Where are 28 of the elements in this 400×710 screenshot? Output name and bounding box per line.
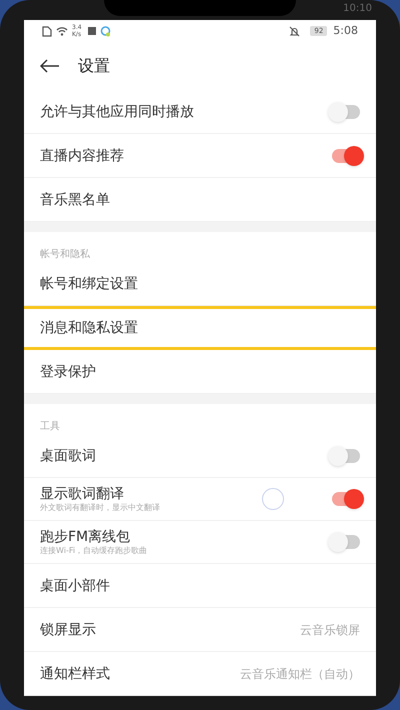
setting-label: 帐号和绑定设置 bbox=[40, 274, 139, 292]
setting-value: 云音乐通知栏（自动） bbox=[240, 666, 360, 682]
muted-bell-icon bbox=[289, 26, 300, 36]
clock: 5:08 bbox=[333, 22, 358, 39]
setting-label: 音乐黑名单 bbox=[40, 190, 111, 208]
setting-label: 消息和隐私设置 bbox=[40, 319, 139, 337]
back-arrow-icon[interactable] bbox=[40, 59, 60, 73]
setting-value: 云音乐锁屏 bbox=[300, 622, 360, 638]
section-header: 工具 bbox=[40, 420, 60, 434]
setting-label: 桌面歌词 bbox=[40, 446, 97, 464]
setting-description: 外文歌词有翻译时，显示中文翻译 bbox=[40, 503, 161, 513]
sim-card-icon bbox=[42, 26, 52, 36]
setting-label: 锁屏显示 bbox=[40, 620, 97, 638]
setting-label: 桌面小部件 bbox=[40, 576, 111, 594]
setting-description: 连接Wi-Fi，自动缓存跑步歌曲 bbox=[40, 546, 148, 556]
setting-label: 登录保护 bbox=[40, 362, 97, 380]
section-header: 帐号和隐私 bbox=[40, 248, 90, 262]
cloud-icon bbox=[100, 26, 111, 36]
wifi-icon bbox=[56, 26, 68, 36]
notification-icon bbox=[88, 27, 96, 35]
setting-label: 通知栏样式 bbox=[40, 664, 111, 682]
setting-label: 跑步FM离线包 bbox=[40, 528, 132, 546]
setting-label: 直播内容推荐 bbox=[40, 146, 125, 164]
highlighted-row[interactable]: 消息和隐私设置 bbox=[24, 306, 376, 350]
outer-clock: 10:10 bbox=[343, 2, 372, 16]
setting-label: 允许与其他应用同时播放 bbox=[40, 102, 195, 120]
page-title: 设置 bbox=[78, 55, 110, 77]
setting-label: 显示歌词翻译 bbox=[40, 485, 125, 503]
